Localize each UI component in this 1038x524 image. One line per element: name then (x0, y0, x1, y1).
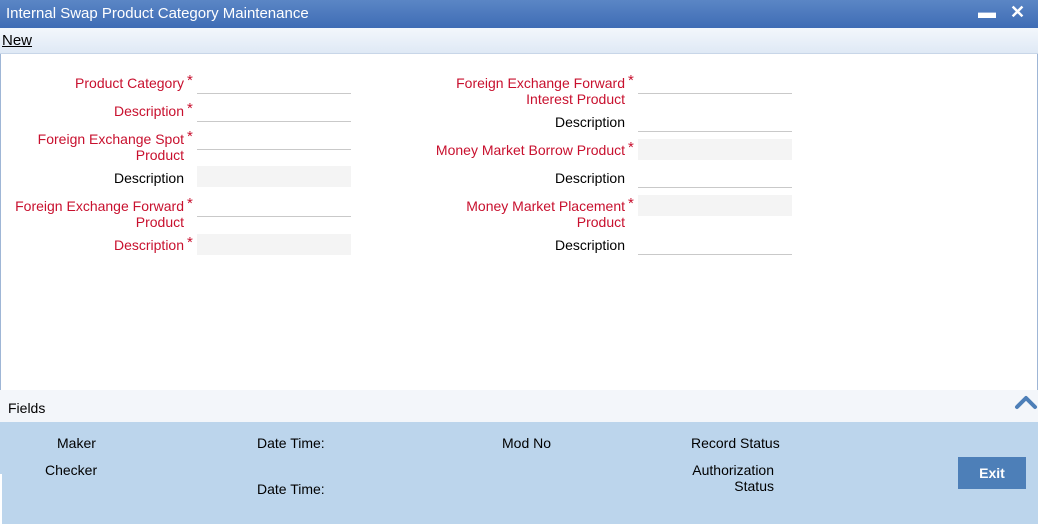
description-2-input (197, 166, 351, 187)
audit-panel: Maker Checker Date Time: Date Time: Mod … (0, 422, 1038, 524)
fx-spot-product-input[interactable] (197, 129, 351, 150)
description-4-label: Description (554, 114, 625, 130)
fx-forward-product-label-line2: Product (135, 214, 184, 230)
required-mark: * (628, 72, 634, 89)
exit-button[interactable]: Exit (958, 457, 1026, 489)
fx-forward-interest-product-label-line1: Foreign Exchange Forward (456, 75, 625, 91)
authorization-status-line2: Status (734, 478, 774, 494)
description-6-input[interactable] (638, 234, 792, 255)
mm-placement-product-label-line2: Product (576, 214, 625, 230)
main-form: Product Category * Description * Foreign… (0, 54, 1038, 390)
description-4-input[interactable] (638, 111, 792, 132)
fx-spot-product-label-line2: Product (135, 147, 184, 163)
description-1-input[interactable] (197, 101, 351, 122)
new-link[interactable]: New (2, 32, 32, 49)
required-mark: * (187, 195, 193, 212)
required-mark: * (187, 128, 193, 145)
fx-forward-interest-product-label-line2: Interest Product (526, 91, 625, 107)
checker-date-time-label: Date Time: (257, 481, 325, 497)
window-title: Internal Swap Product Category Maintenan… (6, 5, 309, 22)
product-category-label: Product Category (75, 75, 184, 91)
required-mark: * (628, 195, 634, 212)
product-category-input[interactable] (197, 73, 351, 94)
mm-borrow-product-input[interactable] (638, 139, 792, 160)
fx-forward-interest-product-label: Foreign Exchange Forward Interest Produc… (456, 75, 625, 107)
maker-date-time-label: Date Time: (257, 435, 325, 451)
fields-bar: Fields (0, 390, 1038, 422)
fx-forward-interest-product-input[interactable] (638, 73, 792, 94)
required-mark: * (187, 72, 193, 89)
maker-label: Maker (57, 435, 96, 451)
description-6-label: Description (554, 237, 625, 253)
record-status-label: Record Status (691, 435, 780, 451)
mm-placement-product-input[interactable] (638, 195, 792, 216)
mm-placement-product-label: Money Market Placement Product (466, 198, 625, 230)
required-mark: * (628, 139, 634, 156)
description-3-input (197, 234, 351, 255)
description-2-label: Description (113, 170, 184, 186)
fx-forward-product-label-line1: Foreign Exchange Forward (15, 198, 184, 214)
toolbar: New (0, 28, 1038, 54)
fx-spot-product-label: Foreign Exchange Spot Product (38, 131, 184, 163)
minimize-icon[interactable]: ▬ (978, 2, 996, 22)
description-3-label: Description (113, 237, 184, 253)
description-5-input[interactable] (638, 167, 792, 188)
description-5-label: Description (554, 170, 625, 186)
description-1-label: Description (113, 103, 184, 119)
required-mark: * (187, 234, 193, 251)
panel-edge (0, 474, 2, 524)
window-titlebar: Internal Swap Product Category Maintenan… (0, 0, 1038, 28)
chevron-up-icon[interactable] (1014, 392, 1038, 410)
authorization-status-line1: Authorization (692, 462, 774, 478)
fx-forward-product-input[interactable] (197, 196, 351, 217)
mm-borrow-product-label: Money Market Borrow Product (435, 142, 625, 158)
fx-forward-product-label: Foreign Exchange Forward Product (15, 198, 184, 230)
fields-label[interactable]: Fields (8, 400, 45, 416)
required-mark: * (187, 100, 193, 117)
mm-placement-product-label-line1: Money Market Placement (466, 198, 625, 214)
checker-label: Checker (45, 462, 98, 478)
fx-spot-product-label-line1: Foreign Exchange Spot (37, 131, 184, 147)
authorization-status-label: Authorization Status (674, 462, 774, 494)
mod-no-label: Mod No (502, 435, 552, 451)
close-icon[interactable]: ✕ (1010, 2, 1025, 22)
